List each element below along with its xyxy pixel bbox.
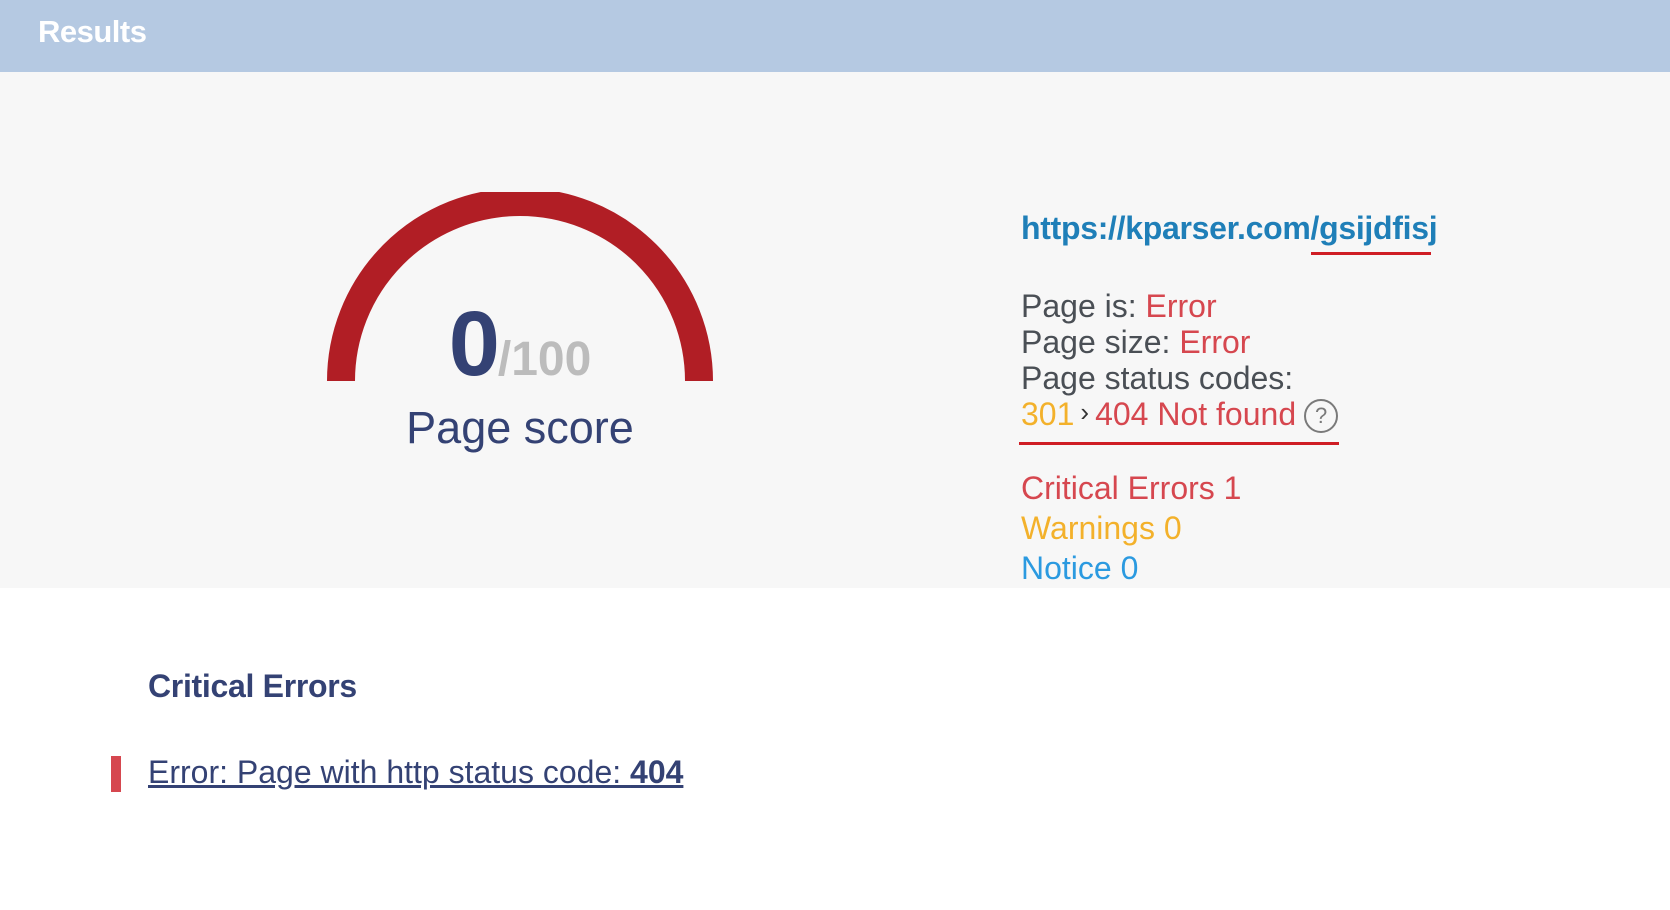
status-redirect: 301 <box>1021 396 1075 432</box>
error-marker <box>111 756 121 792</box>
header-title: Results <box>38 14 147 49</box>
error-item-text: Error: Page with http status code: <box>148 754 631 790</box>
chevron-right-icon: › <box>1080 397 1090 427</box>
page-size-row: Page size: Error <box>1021 324 1250 361</box>
page-url-link[interactable]: https://kparser.com/gsijdfisj <box>1021 210 1438 247</box>
error-item-code: 404 <box>630 754 684 790</box>
score-label: Page score <box>406 402 634 453</box>
page-is-value: Error <box>1145 288 1217 324</box>
page-is-row: Page is: Error <box>1021 288 1217 325</box>
url-underline <box>1311 252 1431 255</box>
page-size-label: Page size: <box>1021 324 1171 360</box>
score-display: 0/100 <box>320 292 720 397</box>
critical-errors-count: Critical Errors 1 <box>1021 470 1242 506</box>
question-circle-icon[interactable]: ? <box>1304 399 1339 433</box>
status-codes-label: Page status codes: <box>1021 360 1294 396</box>
results-header: Results <box>0 0 1670 72</box>
score-value: 0 <box>448 293 500 395</box>
page-size-value: Error <box>1179 324 1251 360</box>
status-codes-row: 301 › 404 Not found? <box>1021 396 1339 433</box>
status-underline <box>1019 442 1339 445</box>
error-item-link[interactable]: Error: Page with http status code: 404 <box>148 754 683 791</box>
page-is-label: Page is: <box>1021 288 1137 324</box>
status-final: 404 Not found <box>1095 396 1297 432</box>
summary-panel: 0/100 Page score https://kparser.com/gsi… <box>0 72 1670 588</box>
warnings-count: Warnings 0 <box>1021 510 1182 546</box>
score-max: /100 <box>497 333 592 386</box>
critical-errors-title: Critical Errors <box>148 668 357 704</box>
notice-count: Notice 0 <box>1021 550 1139 586</box>
